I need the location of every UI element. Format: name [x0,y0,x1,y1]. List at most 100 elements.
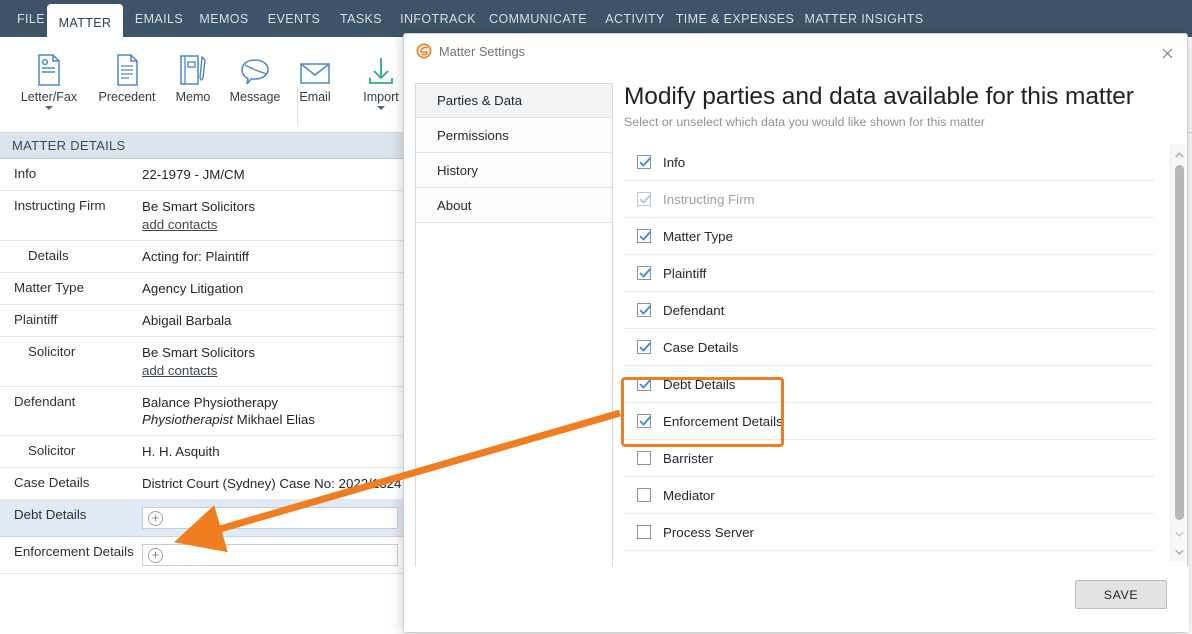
option-row-matter-type[interactable]: Matter Type [624,218,1154,255]
matter-detail-row[interactable]: Solicitor H. H. Asquith [0,436,406,469]
ribbon-tab-infotrack[interactable]: INFOTRACK [396,0,480,37]
matter-detail-label: Matter Type [14,280,84,296]
ribbon-tab-matter-insights[interactable]: MATTER INSIGHTS [800,0,928,37]
matter-detail-label: Details [28,248,69,264]
ribbon-tab-tasks[interactable]: TASKS [333,0,389,37]
checkbox-process-server[interactable] [637,525,651,539]
chevron-down-icon[interactable] [1171,543,1188,560]
checkbox-case-details[interactable] [637,340,651,354]
matter-detail-value: Agency Litigation [142,280,406,297]
ribbon-tab-emails[interactable]: EMAILS [128,0,190,37]
matter-detail-label: Instructing Firm [14,198,106,214]
dialog-sidebar-nav: Parties & Data Permissions History About [415,83,613,578]
smokeball-logo-icon [416,43,432,59]
option-label: Enforcement Details [663,413,783,429]
matter-detail-value: Abigail Barbala [142,312,406,329]
option-label: Instructing Firm [663,191,755,207]
matter-detail-value-text: Abigail Barbala [142,313,232,329]
option-row-enforcement-details[interactable]: Enforcement Details [624,403,1154,440]
plus-circle-icon[interactable]: + [148,547,163,563]
ribbon-button-letter-fax[interactable]: Letter/Fax [6,45,92,110]
option-row-case-details[interactable]: Case Details [624,329,1154,366]
nav-item-permissions[interactable]: Permissions [416,118,612,153]
matter-detail-value: H. H. Asquith [142,443,406,460]
application-window: FILE MATTER EMAILS MEMOS EVENTS TASKS INFOTRAC… [0,0,1192,634]
page-title: Modify parties and data available for th… [624,83,1134,110]
option-label: Debt Details [663,376,736,392]
option-label: Defendant [663,302,725,318]
add-entry-field[interactable]: + [142,507,398,530]
checkbox-plaintiff[interactable] [637,266,651,280]
matter-detail-label: Plaintiff [14,312,58,328]
matter-detail-row[interactable]: Solicitor Be Smart Solicitors add contacts [0,337,406,388]
option-row-mediator[interactable]: Mediator [624,477,1154,514]
matter-detail-value-text: Acting for: Plaintiff [142,249,249,265]
option-label: Mediator [663,487,715,503]
ribbon-tab-matter[interactable]: MATTER [47,4,123,41]
chevron-down-icon[interactable] [45,106,53,110]
checkbox-defendant[interactable] [637,303,651,317]
ribbon-tab-events[interactable]: EVENTS [263,0,325,37]
matter-detail-label: Defendant [14,394,76,410]
option-row-process-server[interactable]: Process Server [624,514,1154,551]
ribbon-tab-memos[interactable]: MEMOS [193,0,255,37]
ribbon-tab-communicate[interactable]: COMMUNICATE [483,0,593,37]
ribbon-button-label: Letter/Fax [20,90,78,104]
option-row-instructing-firm[interactable]: Instructing Firm [624,181,1154,218]
matter-detail-row[interactable]: Plaintiff Abigail Barbala [0,305,406,338]
matter-detail-row[interactable]: Info 22-1979 - JM/CM [0,159,406,192]
scrollbar-thumb[interactable] [1175,165,1184,520]
ribbon-tab-activity[interactable]: ACTIVITY [599,0,671,37]
matter-detail-value-text: Be Smart Solicitors [142,199,256,215]
nav-item-parties-data[interactable]: Parties & Data [416,83,612,118]
option-row-debt-details[interactable]: Debt Details [624,366,1154,403]
matter-detail-label: Solicitor [28,443,76,459]
checkbox-info[interactable] [637,155,651,169]
matter-details-panel: MATTER DETAILS Info 22-1979 - JM/CM Instru… [0,133,406,634]
option-row-plaintiff[interactable]: Plaintiff [624,255,1154,292]
matter-detail-role: Physiotherapist [142,412,233,428]
add-contacts-link[interactable]: add contacts [142,362,406,379]
add-contacts-link[interactable]: add contacts [142,216,406,233]
matter-detail-row[interactable]: Case Details District Court (Sydney) Case… [0,468,406,501]
matter-settings-dialog: Matter Settings Parties & Data Permission… [403,33,1189,633]
options-scrollbar[interactable] [1170,144,1187,561]
matter-detail-row[interactable]: Debt Details + [0,500,406,538]
option-row-defendant[interactable]: Defendant [624,292,1154,329]
options-list: Info Instructing Firm Matter Type Plaintiff… [624,144,1154,551]
ribbon-tab-time-expenses[interactable]: TIME & EXPENSES [672,0,798,37]
matter-detail-row[interactable]: Enforcement Details + [0,537,406,575]
matter-detail-row[interactable]: Matter Type Agency Litigation [0,273,406,306]
checkbox-barrister[interactable] [637,451,651,465]
add-entry-field[interactable]: + [142,544,398,567]
nav-item-history[interactable]: History [416,153,612,188]
checkbox-instructing-firm[interactable] [637,192,651,206]
matter-detail-value: Acting for: Plaintiff [142,248,406,265]
dialog-content-header: Modify parties and data available for th… [624,83,1176,129]
option-row-info[interactable]: Info [624,144,1154,181]
checkbox-matter-type[interactable] [637,229,651,243]
nav-item-about[interactable]: About [416,188,612,223]
checkbox-mediator[interactable] [637,488,651,502]
chevron-down-icon[interactable] [377,106,385,110]
checkbox-enforcement-details[interactable] [637,414,651,428]
letter-fax-icon [6,45,92,87]
ribbon-tab-bar: FILE MATTER EMAILS MEMOS EVENTS TASKS INFOTRAC… [0,0,1192,41]
matter-detail-value-text: H. H. Asquith [142,444,220,460]
matter-details-rows: Info 22-1979 - JM/CM Instructing Firm Be Sm… [0,159,406,575]
option-label: Info [663,154,686,170]
close-icon[interactable] [1157,43,1177,63]
option-row-barrister[interactable]: Barrister [624,440,1154,477]
matter-detail-value: Be Smart Solicitors add contacts [142,198,406,233]
save-button[interactable]: SAVE [1075,580,1167,609]
matter-detail-label: Enforcement Details [14,544,134,560]
page-subtitle: Select or unselect which data you would … [624,115,985,129]
matter-detail-value: + [142,507,406,530]
checkbox-debt-details[interactable] [637,377,651,391]
chevron-up-icon[interactable] [1171,146,1188,163]
matter-detail-row[interactable]: Instructing Firm Be Smart Solicitors add c… [0,191,406,242]
chevron-down-icon-mid[interactable] [1171,525,1188,542]
plus-circle-icon[interactable]: + [148,510,163,526]
matter-detail-row[interactable]: Defendant Balance Physiotherapy Physiother… [0,387,406,437]
matter-detail-row[interactable]: Details Acting for: Plaintiff [0,241,406,274]
